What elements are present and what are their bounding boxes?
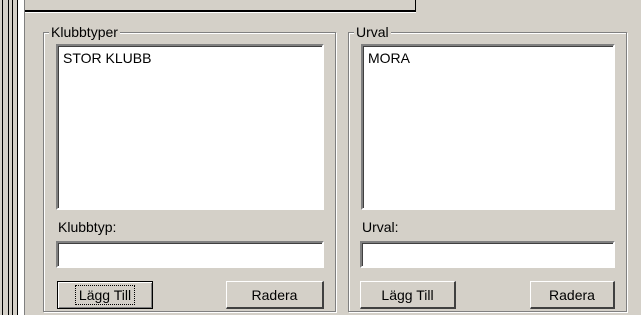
add-club-type-button[interactable]: Lägg Till — [57, 281, 153, 309]
add-selection-button[interactable]: Lägg Till — [360, 281, 456, 309]
list-item[interactable]: STOR KLUBB — [63, 50, 151, 66]
delete-club-type-label: Radera — [251, 286, 298, 303]
club-type-label: Klubbtyp: — [58, 219, 117, 235]
window-edge — [8, 0, 9, 315]
window-edge — [12, 0, 13, 315]
window-edge — [2, 0, 3, 315]
delete-selection-button[interactable]: Radera — [530, 281, 615, 309]
selection-listbox[interactable]: MORA — [361, 44, 615, 210]
delete-selection-label: Radera — [549, 286, 595, 303]
selection-label: Urval: — [362, 219, 399, 235]
delete-club-type-button[interactable]: Radera — [226, 281, 324, 309]
club-type-input[interactable] — [56, 241, 324, 268]
add-club-type-label: Lägg Till — [74, 285, 136, 305]
selection-input[interactable] — [360, 241, 615, 268]
panel-frame — [17, 0, 25, 315]
add-selection-label: Lägg Till — [381, 286, 434, 303]
top-panel-edge — [25, 0, 416, 12]
club-types-title: Klubbtyper — [49, 24, 120, 40]
top-panel-highlight — [25, 12, 416, 13]
selection-title: Urval — [354, 24, 391, 40]
club-types-listbox[interactable]: STOR KLUBB — [56, 44, 324, 210]
list-item[interactable]: MORA — [368, 50, 410, 66]
